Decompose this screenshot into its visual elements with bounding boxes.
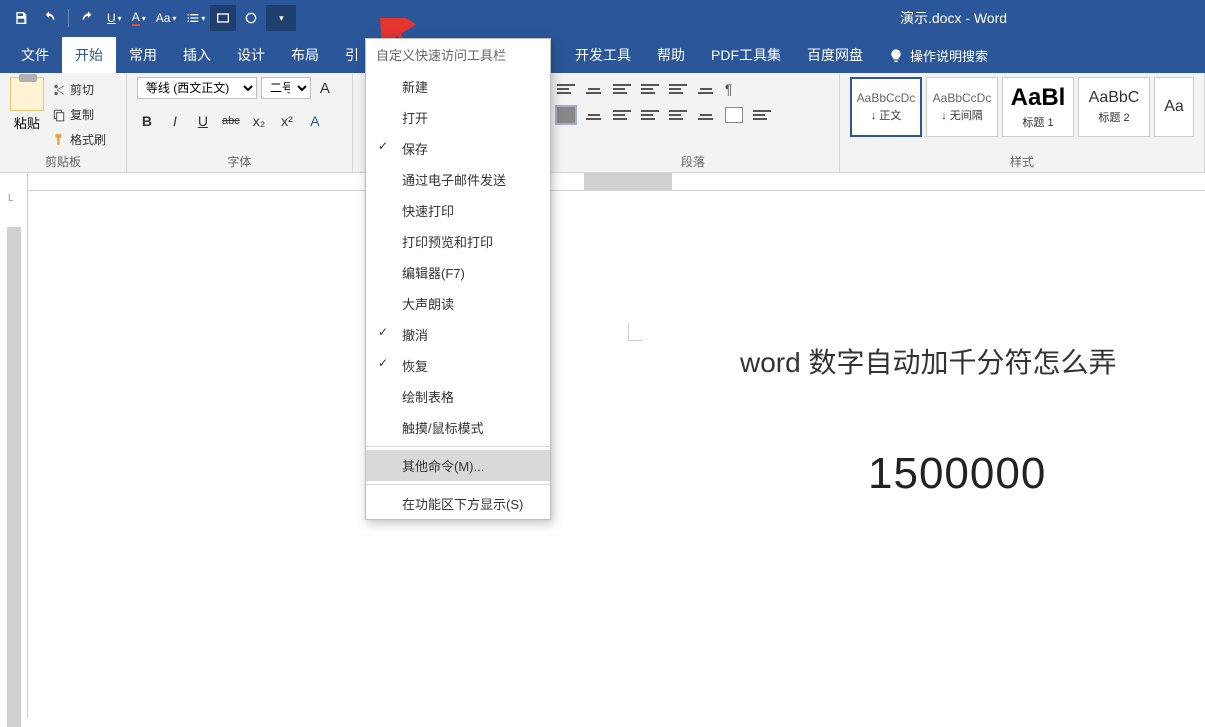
tab-help[interactable]: 帮助 — [644, 37, 698, 73]
qat-undo-button[interactable] — [36, 5, 62, 31]
paste-button[interactable]: 粘贴 — [14, 113, 40, 132]
style-more[interactable]: Aa — [1154, 77, 1194, 137]
document-line1: word 数字自动加千分符怎么弄 — [740, 341, 1116, 381]
tell-me-label: 操作说明搜索 — [910, 46, 988, 65]
menu-item-9[interactable]: 恢复 — [366, 350, 550, 381]
tab-layout[interactable]: 布局 — [278, 37, 332, 73]
sort-button[interactable] — [697, 81, 715, 97]
ruler-corner-label: L — [8, 193, 14, 204]
decrease-indent-button[interactable] — [641, 81, 659, 97]
borders-button[interactable] — [753, 107, 771, 123]
brush-icon — [52, 133, 66, 147]
customize-qat-menu: 自定义快速访问工具栏 新建打开保存通过电子邮件发送快速打印打印预览和打印编辑器(… — [365, 38, 551, 520]
menu-item-3[interactable]: 通过电子邮件发送 — [366, 164, 550, 195]
undo-icon — [41, 10, 57, 26]
qat-fontcolor-button[interactable]: A ▾ — [128, 6, 150, 30]
qat-underline-button[interactable]: U ▾ — [103, 7, 126, 29]
document-canvas[interactable]: word 数字自动加千分符怎么弄 1500000 — [28, 191, 1205, 718]
menu-title: 自定义快速访问工具栏 — [366, 39, 550, 71]
style-nospacing[interactable]: AaBbCcDc↓ 无间隔 — [926, 77, 998, 137]
document-line2: 1500000 — [868, 449, 1046, 499]
qat-shape-circle-button[interactable] — [238, 5, 264, 31]
menu-item-11[interactable]: 触摸/鼠标模式 — [366, 412, 550, 443]
cursor-mark — [628, 323, 642, 341]
superscript-button[interactable]: x² — [277, 113, 297, 129]
menu-item-12[interactable]: 其他命令(M)... — [366, 450, 550, 481]
vertical-ruler[interactable] — [0, 173, 28, 718]
font-name-select[interactable]: 等线 (西文正文) — [137, 77, 257, 99]
line-spacing-button[interactable] — [697, 107, 715, 123]
qat-shape-rect-button[interactable] — [210, 5, 236, 31]
horizontal-ruler[interactable] — [28, 173, 1205, 191]
menu-item-7[interactable]: 大声朗读 — [366, 288, 550, 319]
align-center-button[interactable] — [585, 107, 603, 123]
qat-save-button[interactable] — [8, 5, 34, 31]
show-marks-button[interactable]: ¶ — [725, 81, 733, 97]
tab-developer[interactable]: 开发工具 — [562, 37, 644, 73]
paste-icon — [10, 77, 44, 111]
tell-me-search[interactable]: 操作说明搜索 — [876, 38, 1000, 73]
underline-button[interactable]: U — [193, 113, 213, 129]
text-effects-button[interactable]: A — [305, 113, 325, 129]
font-size-select[interactable]: 二号 — [261, 77, 311, 99]
qat-separator — [68, 9, 69, 27]
subscript-button[interactable]: x₂ — [249, 113, 269, 129]
grow-font-button[interactable]: A — [315, 80, 335, 97]
align-right-button[interactable] — [613, 107, 631, 123]
italic-button[interactable]: I — [165, 113, 185, 129]
menu-item-13[interactable]: 在功能区下方显示(S) — [366, 488, 550, 519]
cut-button[interactable]: 剪切 — [50, 79, 108, 100]
increase-indent-button[interactable] — [669, 81, 687, 97]
qat-list-button[interactable]: ▾ — [182, 5, 208, 31]
chevron-down-icon: ▾ — [279, 13, 284, 24]
format-painter-button[interactable]: 格式刷 — [50, 129, 108, 150]
window-title: 演示.docx - Word — [900, 8, 1067, 28]
group-label-paragraph: 段落 — [557, 151, 829, 170]
menu-item-2[interactable]: 保存 — [366, 133, 550, 164]
copy-icon — [52, 108, 66, 122]
style-heading2[interactable]: AaBbC标题 2 — [1078, 77, 1150, 137]
menu-item-4[interactable]: 快速打印 — [366, 195, 550, 226]
scissors-icon — [52, 83, 66, 97]
multilevel-button[interactable] — [613, 81, 631, 97]
redo-icon — [80, 10, 96, 26]
shading-button[interactable] — [725, 107, 743, 123]
tab-insert[interactable]: 插入 — [170, 37, 224, 73]
tab-home[interactable]: 开始 — [62, 37, 116, 73]
align-left-button[interactable] — [557, 107, 575, 123]
ribbon-tabs: 文件 开始 常用 插入 设计 布局 引 开发工具 帮助 PDF工具集 百度网盘 … — [0, 36, 1205, 73]
rectangle-icon — [215, 10, 231, 26]
style-normal[interactable]: AaBbCcDc↓ 正文 — [850, 77, 922, 137]
lightbulb-icon — [888, 48, 904, 64]
menu-item-10[interactable]: 绘制表格 — [366, 381, 550, 412]
qat-redo-button[interactable] — [75, 5, 101, 31]
circle-icon — [243, 10, 259, 26]
bold-button[interactable]: B — [137, 113, 157, 129]
tab-common[interactable]: 常用 — [116, 37, 170, 73]
tab-pdf[interactable]: PDF工具集 — [698, 37, 794, 73]
menu-item-5[interactable]: 打印预览和打印 — [366, 226, 550, 257]
group-label-font: 字体 — [137, 151, 342, 170]
bullets-button[interactable] — [557, 81, 575, 97]
group-label-clipboard: 剪贴板 — [10, 151, 116, 170]
strike-button[interactable]: abc — [221, 115, 241, 127]
justify-button[interactable] — [641, 107, 659, 123]
styles-gallery[interactable]: AaBbCcDc↓ 正文 AaBbCcDc↓ 无间隔 AaBl标题 1 AaBb… — [850, 77, 1194, 137]
qat-case-button[interactable]: Aa ▾ — [152, 7, 181, 29]
list-icon — [185, 10, 201, 26]
menu-item-8[interactable]: 撤消 — [366, 319, 550, 350]
distribute-button[interactable] — [669, 107, 687, 123]
menu-item-0[interactable]: 新建 — [366, 71, 550, 102]
numbering-button[interactable] — [585, 81, 603, 97]
qat-customize-button[interactable]: ▾ — [266, 5, 296, 31]
menu-item-1[interactable]: 打开 — [366, 102, 550, 133]
tab-design[interactable]: 设计 — [224, 37, 278, 73]
group-label-styles: 样式 — [850, 151, 1194, 170]
save-icon — [13, 10, 29, 26]
menu-item-6[interactable]: 编辑器(F7) — [366, 257, 550, 288]
tab-baidu[interactable]: 百度网盘 — [794, 37, 876, 73]
style-heading1[interactable]: AaBl标题 1 — [1002, 77, 1074, 137]
copy-button[interactable]: 复制 — [50, 104, 108, 125]
tab-file[interactable]: 文件 — [8, 37, 62, 73]
